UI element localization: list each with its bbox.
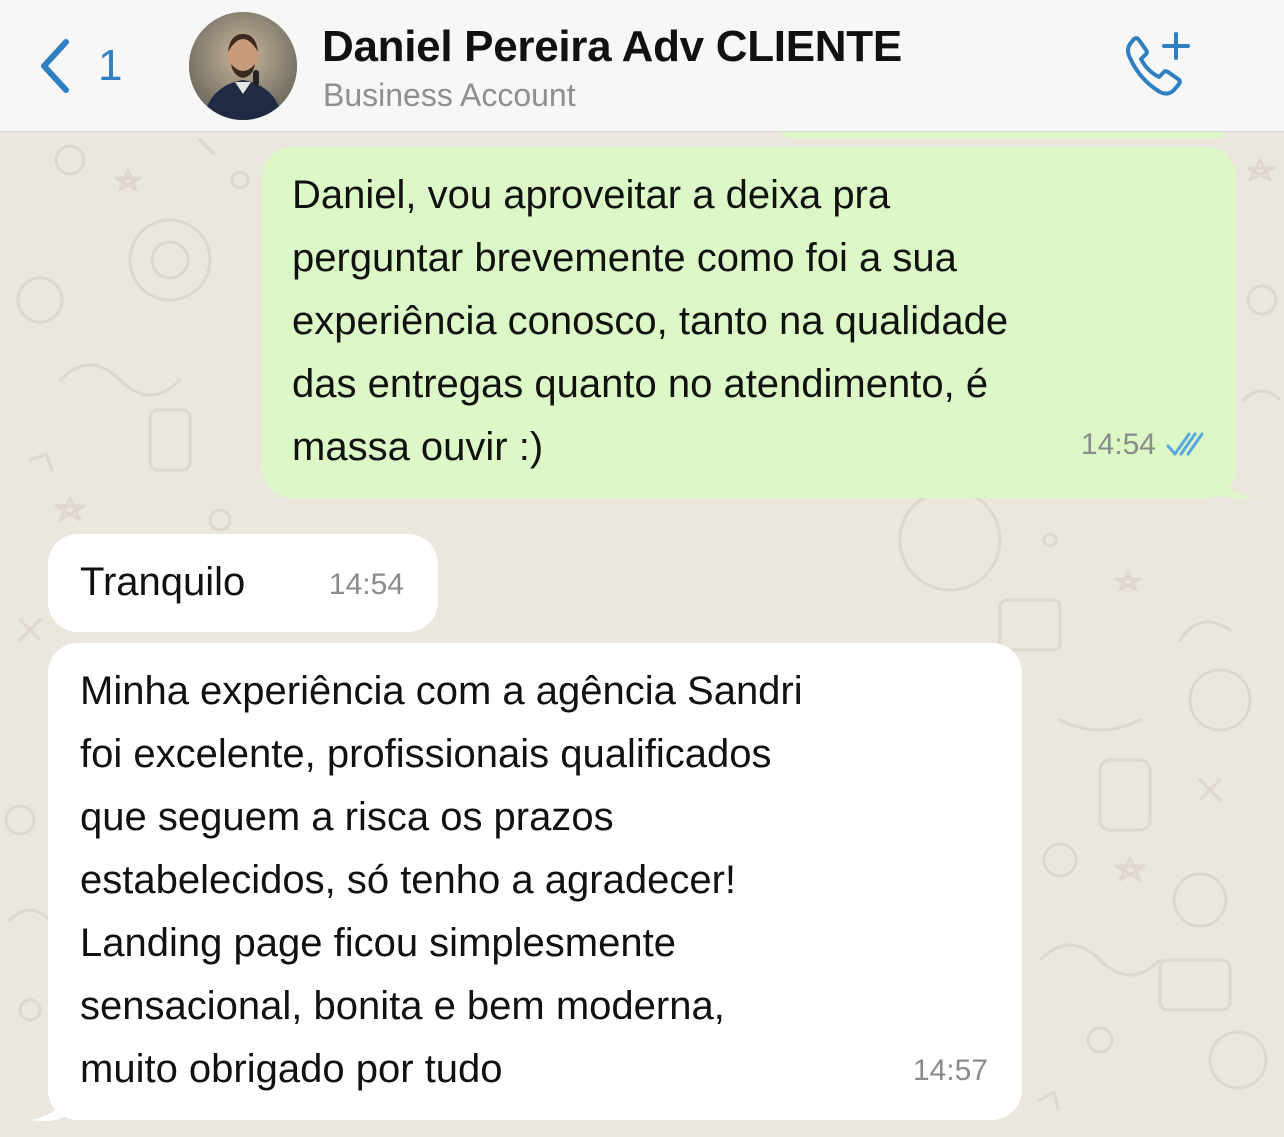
- message-bubble-outgoing[interactable]: Daniel, vou aproveitar a deixa pra pergu…: [262, 147, 1236, 498]
- double-check-icon: [1166, 432, 1204, 455]
- contact-name[interactable]: Daniel Pereira Adv CLIENTE: [322, 22, 902, 72]
- message-text: Tranquilo: [80, 560, 246, 604]
- message-time: 14:54: [1080, 428, 1156, 461]
- add-call-button[interactable]: [1120, 30, 1196, 100]
- avatar[interactable]: [189, 12, 297, 120]
- contact-subtitle: Business Account: [323, 77, 576, 113]
- back-button[interactable]: 1: [36, 34, 122, 98]
- message-bubble-incoming[interactable]: Minha experiência com a agência Sandri f…: [48, 643, 1022, 1120]
- message-text: Daniel, vou aproveitar a deixa pra pergu…: [292, 173, 1009, 469]
- phone-plus-icon: [1126, 32, 1190, 96]
- avatar-photo: [189, 12, 297, 120]
- chat-header: 1 Daniel Pereira Adv CLIENTE Business Ac…: [0, 0, 1284, 132]
- message-bubble-incoming[interactable]: Tranquilo 14:54: [48, 534, 438, 632]
- unread-count: 1: [98, 41, 123, 90]
- message-text: Minha experiência com a agência Sandri f…: [80, 669, 803, 1091]
- message-time: 14:54: [328, 568, 404, 601]
- message-time: 14:57: [912, 1054, 988, 1087]
- chevron-left-icon: [41, 39, 69, 93]
